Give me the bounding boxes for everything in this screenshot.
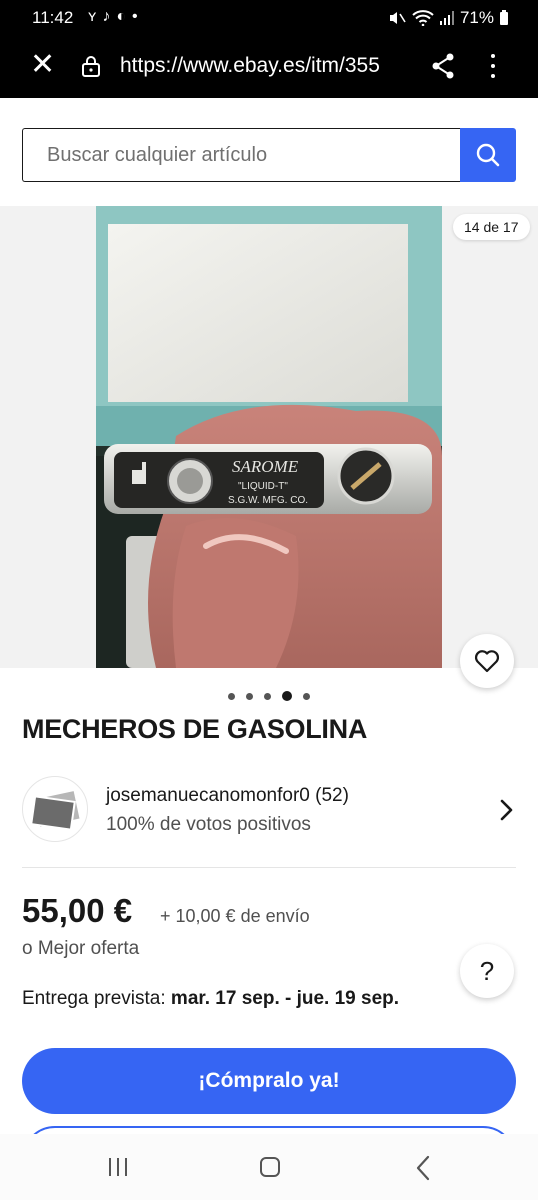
product-photo: SAROME "LIQUID-T" S.G.W. MFG. CO. bbox=[96, 206, 442, 668]
search-input[interactable] bbox=[22, 128, 460, 182]
mute-icon bbox=[389, 12, 406, 24]
url-field[interactable]: https://www.ebay.es/itm/355 bbox=[120, 54, 410, 78]
delivery-label: Entrega prevista: bbox=[22, 988, 166, 1009]
pagination-dot[interactable] bbox=[303, 692, 310, 700]
delivery-estimate: Entrega prevista: mar. 17 sep. - jue. 19… bbox=[22, 988, 399, 1010]
home-icon[interactable] bbox=[260, 1157, 280, 1177]
item-price: 55,00 € bbox=[22, 892, 133, 929]
shipping-cost: + 10,00 € de envío bbox=[160, 906, 310, 926]
delivery-dates: mar. 17 sep. - jue. 19 sep. bbox=[170, 988, 400, 1009]
battery-percent: 71% bbox=[459, 8, 494, 27]
status-app-icons: ʏ♪◐• bbox=[88, 8, 144, 26]
lighter-engraving-brand: SAROME bbox=[232, 457, 299, 476]
best-offer-label: o Mejor oferta bbox=[22, 938, 140, 959]
item-title: MECHEROS DE GASOLINA bbox=[22, 714, 368, 744]
pagination-dot[interactable] bbox=[246, 692, 253, 700]
seller-card[interactable]: josemanuecanomonfor0 (52) 100% de votos … bbox=[22, 776, 516, 844]
watch-button[interactable] bbox=[460, 634, 514, 688]
gallery-pagination bbox=[0, 688, 538, 704]
lighter-engraving-line2: "LIQUID-T" bbox=[238, 481, 288, 492]
heart-icon bbox=[474, 650, 500, 673]
search-button[interactable] bbox=[460, 128, 516, 182]
search-icon bbox=[476, 143, 500, 167]
image-gallery[interactable]: SAROME "LIQUID-T" S.G.W. MFG. CO. bbox=[0, 206, 538, 668]
search-bar bbox=[22, 128, 516, 182]
seller-name[interactable]: josemanuecanomonfor0 (52) bbox=[106, 785, 349, 807]
close-icon[interactable]: ✕ bbox=[30, 50, 55, 80]
browser-toolbar: ✕ https://www.ebay.es/itm/355 bbox=[0, 36, 538, 98]
help-button[interactable]: ? bbox=[460, 944, 514, 998]
status-time: 11:42 bbox=[32, 8, 74, 27]
wifi-icon bbox=[412, 10, 434, 26]
status-bar: 11:42 ʏ♪◐• 71% bbox=[0, 0, 538, 36]
battery-icon bbox=[500, 9, 508, 25]
notification-dot: • bbox=[131, 8, 144, 25]
back-icon[interactable] bbox=[414, 1155, 432, 1181]
status-right: 71% bbox=[388, 8, 508, 28]
image-counter: 14 de 17 bbox=[453, 214, 530, 240]
signal-icon bbox=[439, 11, 454, 25]
recents-icon[interactable] bbox=[109, 1158, 133, 1176]
share-icon[interactable] bbox=[430, 52, 456, 80]
seller-feedback: 100% de votos positivos bbox=[106, 814, 311, 835]
seller-avatar-image bbox=[30, 791, 80, 831]
chevron-right-icon[interactable] bbox=[496, 798, 516, 822]
messenger-icon: ◐ bbox=[116, 8, 132, 25]
pagination-dot[interactable] bbox=[264, 692, 271, 700]
system-nav-bar bbox=[0, 1134, 538, 1200]
more-vert-icon[interactable] bbox=[485, 51, 501, 81]
tiktok-icon: ♪ bbox=[102, 8, 117, 25]
product-image[interactable]: SAROME "LIQUID-T" S.G.W. MFG. CO. bbox=[96, 206, 442, 668]
lighter-engraving-line3: S.G.W. MFG. CO. bbox=[228, 495, 308, 506]
buy-now-button[interactable]: ¡Cómpralo ya! bbox=[22, 1048, 516, 1114]
avatar[interactable] bbox=[22, 776, 88, 842]
divider bbox=[22, 867, 516, 868]
pagination-dot[interactable] bbox=[228, 692, 235, 700]
lock-icon[interactable] bbox=[80, 54, 102, 78]
instagram-threads-icon: ʏ bbox=[88, 8, 103, 25]
pagination-dot-active[interactable] bbox=[282, 691, 292, 701]
